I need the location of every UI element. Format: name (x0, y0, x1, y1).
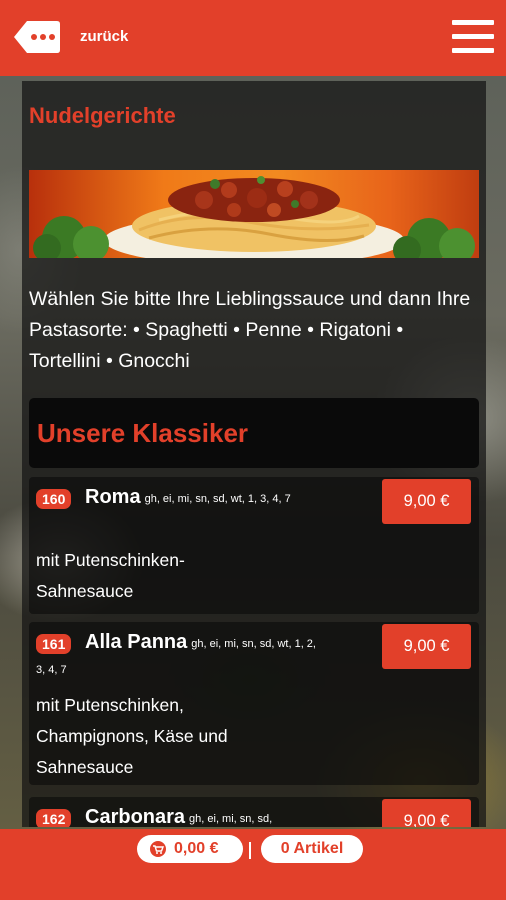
dots-tag-back-icon (14, 21, 60, 53)
menu-item[interactable]: Carbonara gh, ei, mi, sn, sd, 162 9,00 € (29, 797, 479, 827)
item-name: Alla Panna (85, 631, 188, 653)
menu-item[interactable]: Roma gh, ei, mi, sn, sd, wt, 1, 3, 4, 7 1… (29, 477, 479, 614)
menu-panel: Nudelgerichte Wählen Sie bitte Ihre Lieb… (22, 81, 486, 827)
item-number-badge: 162 (36, 809, 72, 827)
item-description: mit Putenschinken, Champignons, Käse und… (36, 695, 228, 777)
add-to-cart-price-button[interactable]: 9,00 € (382, 479, 471, 524)
item-allergens: gh, ei, mi, sn, sd, (189, 813, 273, 825)
hamburger-menu-icon[interactable] (452, 20, 494, 54)
shopping-cart-icon (150, 841, 166, 857)
add-to-cart-price-button[interactable]: 9,00 € (382, 624, 471, 669)
item-title-line: Carbonara gh, ei, mi, sn, sd, (36, 805, 326, 827)
page-title: Nudelgerichte (29, 103, 176, 128)
footer-divider (249, 842, 251, 859)
cart-total: 0,00 € (174, 840, 219, 857)
section-title: Unsere Klassiker (37, 418, 249, 448)
add-to-cart-price-button[interactable]: 9,00 € (382, 799, 471, 827)
item-number-badge: 160 (36, 489, 72, 509)
category-intro: Wählen Sie bitte Ihre Lieblingssauce und… (29, 288, 471, 372)
back-button[interactable] (13, 19, 61, 55)
menu-item[interactable]: Alla Panna gh, ei, mi, sn, sd, wt, 1, 2, … (29, 622, 479, 785)
section-header: Unsere Klassiker (29, 398, 479, 468)
item-allergens: gh, ei, mi, sn, sd, wt, 1, 3, 4, 7 (144, 493, 291, 505)
item-description: mit Putenschinken-Sahnesauce (36, 550, 185, 601)
item-number-badge: 161 (36, 634, 72, 654)
cart-total-button[interactable]: 0,00 € (137, 835, 243, 863)
app-header: zurück (0, 0, 506, 76)
item-name: Carbonara (85, 806, 186, 827)
pasta-banner-image (29, 170, 479, 258)
cart-footer: 0,00 € 0 Artikel (0, 829, 506, 900)
back-label[interactable]: zurück (80, 28, 128, 45)
item-title-line: Alla Panna gh, ei, mi, sn, sd, wt, 1, 2, … (36, 630, 326, 680)
articles-count-button[interactable]: 0 Artikel (261, 835, 363, 863)
item-title-line: Roma gh, ei, mi, sn, sd, wt, 1, 3, 4, 7 (36, 485, 326, 511)
item-name: Roma (85, 486, 141, 508)
